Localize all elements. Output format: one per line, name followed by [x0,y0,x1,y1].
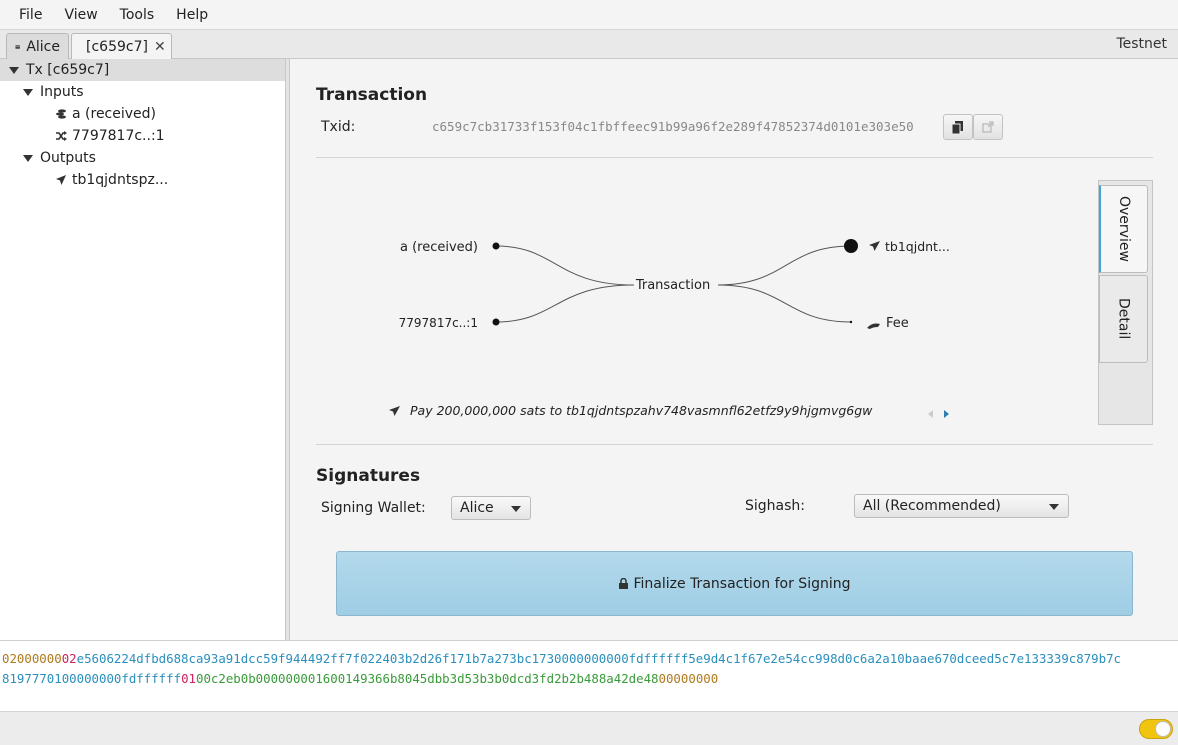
transaction-diagram: a (received) 7797817c..:1 Transaction tb… [389,239,950,418]
diagram-output-label[interactable]: tb1qjdnt... [885,239,950,254]
hex-line: 8197770100000000fdffffff0100c2eb0b000000… [2,669,1178,689]
hex-line: 0200000002e5606224dfbd688ca93a91dcc59f94… [2,649,1178,669]
sighash-value: All (Recommended) [863,498,1001,514]
finalize-button[interactable]: Finalize Transaction for Signing [336,551,1133,616]
tree-outputs-label: Outputs [40,150,96,166]
hex-segment: fdffffff [121,671,182,686]
next-arrow-icon[interactable] [944,410,949,418]
external-link-icon [982,121,994,133]
input-node[interactable] [492,318,500,326]
send-icon [869,241,880,251]
hex-segment: 00c2eb0b00000000 [195,671,316,686]
expand-arrow-icon[interactable] [9,66,19,74]
expand-arrow-icon[interactable] [23,88,33,96]
chevron-down-icon [511,506,521,512]
tab-alice[interactable]: Alice [6,33,69,59]
copy-txid-button[interactable] [943,114,973,140]
tree-root[interactable]: Tx [c659c7] [0,59,285,81]
diagram-input-label[interactable]: a (received) [400,240,478,255]
previous-arrow-icon[interactable] [928,410,933,418]
hex-segment: 01 [181,671,196,686]
tab-transaction[interactable]: [c659c7] ✕ [71,33,172,60]
tree-outputs[interactable]: Outputs [23,147,96,169]
hex-segment: e5606224dfbd688ca93a91dcc59f944492ff7f02… [76,651,555,666]
shuffle-icon [55,130,67,142]
coins-icon [55,108,67,120]
tab-bar: Alice [c659c7] ✕ Testnet [0,30,1178,60]
hex-segment: 00000000 [61,671,122,686]
hex-segment: 9366b8045dbb3d53b3b0dcd3fd2b2b488a42de48 [360,671,659,686]
status-bar [0,711,1178,745]
online-toggle[interactable] [1139,719,1173,739]
tab-transaction-label: [c659c7] [86,39,148,55]
chevron-down-icon [1049,504,1059,510]
sighash-label: Sighash: [745,498,805,514]
diagram-fee-label: Fee [886,316,909,331]
hex-segment: 02 [61,651,77,666]
view-side-tabs: Overview Detail [1098,180,1153,425]
tab-detail[interactable]: Detail [1099,275,1148,363]
tab-detail-label: Detail [1115,298,1132,340]
output-node[interactable] [844,239,858,253]
payment-summary: Pay 200,000,000 sats to tb1qjdntspzahv74… [410,403,873,418]
signing-wallet-value: Alice [460,500,494,516]
diagram-center-label: Transaction [635,278,710,293]
tree-input-label: 7797817c..:1 [72,128,165,144]
hex-segment: 160014 [315,671,361,686]
open-external-button[interactable] [973,114,1003,140]
close-icon[interactable]: ✕ [154,39,166,55]
hex-segment: 00000000 [554,651,614,666]
copy-icon [952,120,963,134]
txid-value[interactable]: c659c7cb31733f153f04c1fbffeec91b99a96f2e… [432,119,914,134]
wallet-icon [15,44,20,49]
send-icon [389,406,400,416]
send-icon [55,174,67,186]
transaction-tree: Tx [c659c7] Inputs a (received) 7797817c… [0,59,286,640]
diagram-input-label[interactable]: 7797817c..:1 [399,316,478,330]
hex-segment: 02000000 [2,651,62,666]
hex-segment: 00 [613,651,629,666]
menu-bar: File View Tools Help [0,0,1178,30]
hex-segment: fdffffff [628,651,689,666]
split-pane-divider[interactable] [286,59,290,640]
tree-output-item[interactable]: tb1qjdntspz... [55,169,168,191]
menu-file[interactable]: File [8,7,53,23]
fee-node [849,320,853,324]
tree-root-label: Tx [c659c7] [26,62,110,78]
tab-alice-label: Alice [26,38,60,55]
tab-overview-label: Overview [1116,196,1132,262]
expand-arrow-icon[interactable] [23,154,33,162]
tree-output-label: tb1qjdntspz... [72,172,169,188]
transaction-panel: Transaction Txid: c659c7cb31733f153f04c1… [291,59,1178,640]
raw-transaction-hex[interactable]: 0200000002e5606224dfbd688ca93a91dcc59f94… [0,640,1178,711]
menu-tools[interactable]: Tools [109,7,166,23]
signing-wallet-label: Signing Wallet: [321,500,426,516]
divider [316,157,1153,158]
signatures-title: Signatures [316,466,421,486]
menu-view[interactable]: View [53,7,108,23]
sighash-select[interactable]: All (Recommended) [854,494,1069,518]
divider [316,444,1153,445]
lock-icon [618,578,628,589]
hex-segment: 00000000 [658,671,719,686]
txid-label: Txid: [321,119,356,135]
fee-icon [867,323,880,329]
tree-inputs-label: Inputs [40,84,84,100]
network-label: Testnet [1116,36,1167,52]
transaction-title: Transaction [316,85,428,105]
menu-help[interactable]: Help [165,7,219,23]
signing-wallet-select[interactable]: Alice [451,496,531,520]
hex-segment: 81977701 [2,671,62,686]
input-node[interactable] [492,242,500,250]
tree-inputs[interactable]: Inputs [23,81,84,103]
tab-overview[interactable]: Overview [1099,185,1148,273]
tree-input-item[interactable]: a (received) [55,103,156,125]
tree-input-label: a (received) [72,106,156,122]
hex-segment: 5e9d4c1f67e2e54cc998d0c6a2a10baae670dcee… [688,651,1122,666]
tree-input-item[interactable]: 7797817c..:1 [55,125,165,147]
finalize-label: Finalize Transaction for Signing [633,575,851,592]
toggle-knob [1155,721,1171,737]
